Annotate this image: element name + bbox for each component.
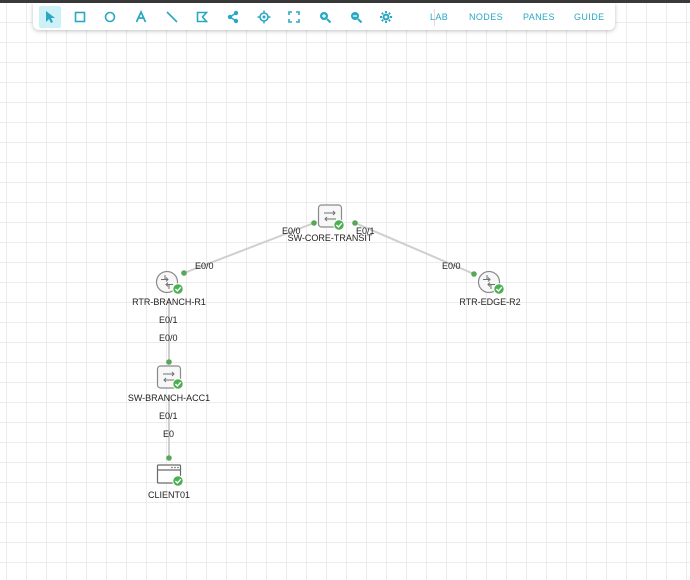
port-dot	[352, 220, 358, 226]
node-sw-branch-acc1[interactable]: SW-BRANCH-ACC1	[128, 365, 210, 403]
node-label: RTR-BRANCH-R1	[132, 297, 206, 307]
port-dot	[471, 271, 477, 277]
node-rtr-edge-r2[interactable]: RTR-EDGE-R2	[459, 270, 521, 308]
node-client01[interactable]: CLIENT01	[148, 464, 190, 500]
node-label: SW-BRANCH-ACC1	[128, 393, 210, 403]
status-ok-icon	[493, 283, 505, 295]
port-dot	[166, 359, 172, 365]
topology-canvas[interactable]: E0/0 E0/1 E0/0 E0/0 E0/1 E0/0 E0/1 E0 SW…	[0, 0, 690, 580]
port-label-branch-r1-e0-1: E0/1	[159, 315, 178, 325]
node-sw-core-transit[interactable]: SW-CORE-TRANSIT	[288, 204, 373, 243]
port-label-client01-e0: E0	[163, 429, 174, 439]
status-ok-icon	[172, 475, 184, 487]
port-label-acc1-e0-0: E0/0	[159, 333, 178, 343]
port-label-branch-r1-e0-0: E0/0	[195, 261, 214, 271]
node-label: CLIENT01	[148, 490, 190, 500]
node-label: SW-CORE-TRANSIT	[288, 233, 373, 243]
port-label-edge-r2-e0-0: E0/0	[442, 261, 461, 271]
port-label-acc1-e0-1: E0/1	[159, 411, 178, 421]
port-dot	[166, 455, 172, 461]
port-dot	[181, 270, 187, 276]
status-ok-icon	[172, 283, 184, 295]
node-label: RTR-EDGE-R2	[459, 297, 520, 307]
status-ok-icon	[333, 219, 345, 231]
port-dot	[311, 220, 317, 226]
node-rtr-branch-r1[interactable]: RTR-BRANCH-R1	[132, 270, 206, 308]
status-ok-icon	[172, 378, 184, 390]
